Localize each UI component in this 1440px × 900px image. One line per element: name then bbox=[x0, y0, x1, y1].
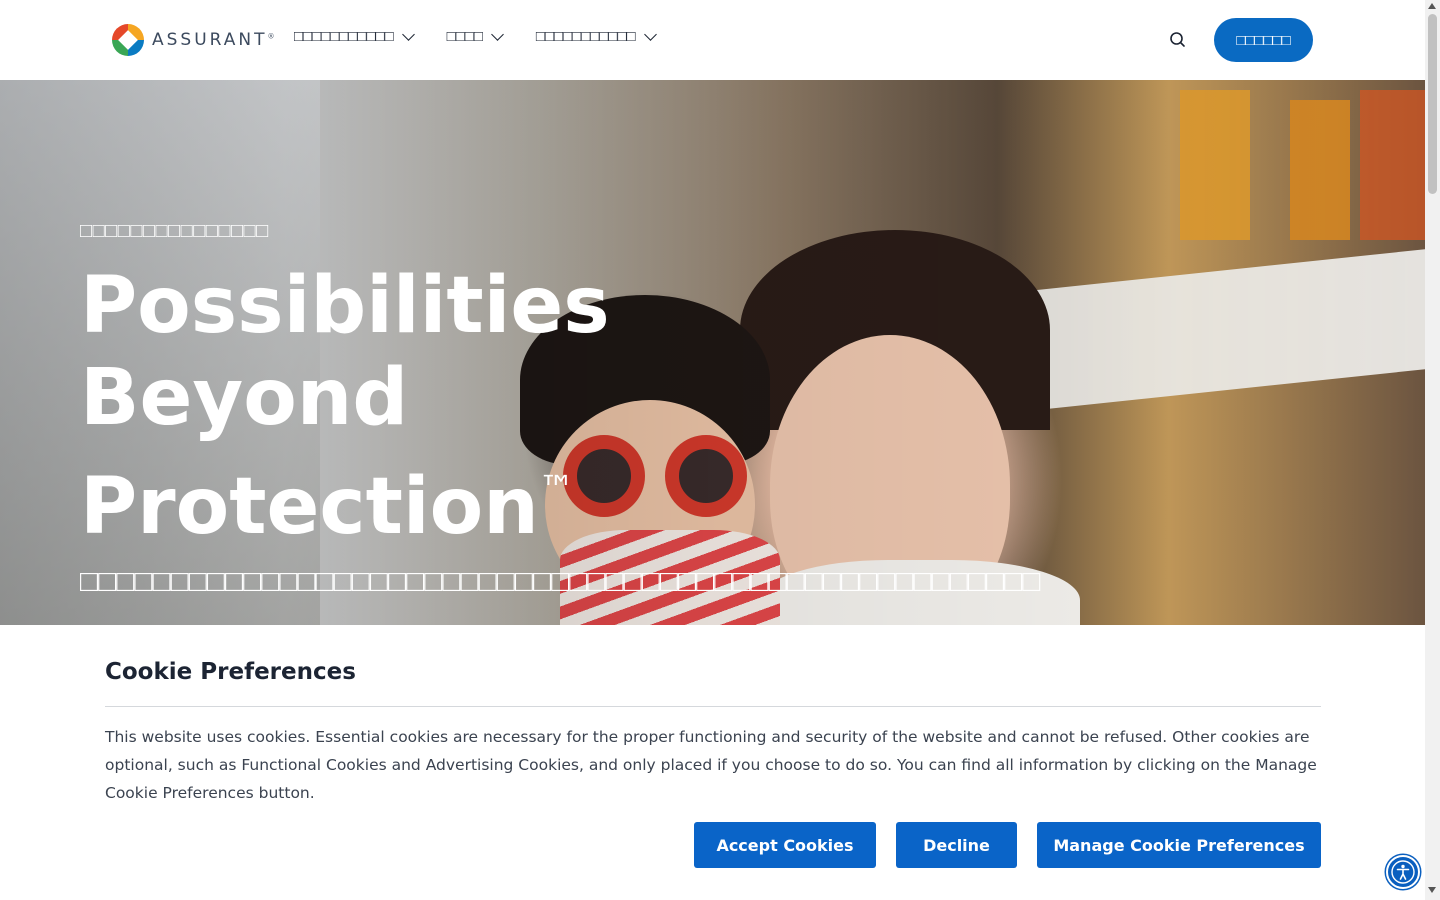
main-nav: □□□□□□□□□□□ □□□□ □□□□□□□□□□□ bbox=[294, 27, 657, 45]
nav-item-label: □□□□□□□□□□□ bbox=[535, 28, 636, 45]
accept-cookies-button[interactable]: Accept Cookies bbox=[694, 822, 876, 868]
scrollbar-thumb[interactable] bbox=[1428, 14, 1437, 194]
site-header: ASSURANT® □□□□□□□□□□□ □□□□ □□□□□□□□□□□ □… bbox=[0, 0, 1425, 80]
assurant-logo-icon bbox=[112, 24, 144, 56]
hero-subtitle: □□□□□□□□□□□□□□□□□□□□□□□□□□□□□□□□□□□□□□□□… bbox=[80, 565, 1041, 598]
nav-item-1[interactable]: □□□□□□□□□□□ bbox=[294, 27, 415, 45]
manage-cookie-preferences-button[interactable]: Manage Cookie Preferences bbox=[1037, 822, 1321, 868]
scroll-up-arrow-icon[interactable] bbox=[1428, 3, 1436, 9]
hero-banner: □□□□□□□□□□□□□□□ Possibilities Beyond Pro… bbox=[0, 80, 1425, 625]
page-scrollbar[interactable] bbox=[1425, 0, 1440, 900]
nav-item-label: □□□□□□□□□□□ bbox=[294, 28, 394, 45]
scroll-down-arrow-icon[interactable] bbox=[1428, 887, 1436, 893]
cookie-description: This website uses cookies. Essential coo… bbox=[105, 728, 1317, 802]
logo-text: ASSURANT® bbox=[152, 30, 275, 50]
nav-item-label: □□□□ bbox=[446, 28, 483, 45]
assurant-logo[interactable]: ASSURANT® bbox=[112, 24, 275, 56]
nav-item-2[interactable]: □□□□ bbox=[446, 27, 504, 45]
cookie-title: Cookie Preferences bbox=[105, 659, 356, 685]
contact-button[interactable]: □□□□□□ bbox=[1214, 18, 1313, 62]
hero-eyebrow: □□□□□□□□□□□□□□□ bbox=[80, 220, 269, 242]
chevron-down-icon bbox=[491, 27, 504, 41]
search-icon[interactable] bbox=[1168, 30, 1188, 50]
cookie-banner: Cookie Preferences This website uses coo… bbox=[0, 625, 1425, 900]
hero-title: Possibilities Beyond Protection™ bbox=[80, 261, 610, 552]
divider bbox=[105, 706, 1321, 707]
chevron-down-icon bbox=[643, 27, 657, 41]
chevron-down-icon bbox=[401, 27, 415, 41]
decline-cookies-button[interactable]: Decline bbox=[896, 822, 1017, 868]
nav-item-3[interactable]: □□□□□□□□□□□ bbox=[535, 27, 657, 45]
accessibility-icon[interactable] bbox=[1386, 855, 1420, 889]
